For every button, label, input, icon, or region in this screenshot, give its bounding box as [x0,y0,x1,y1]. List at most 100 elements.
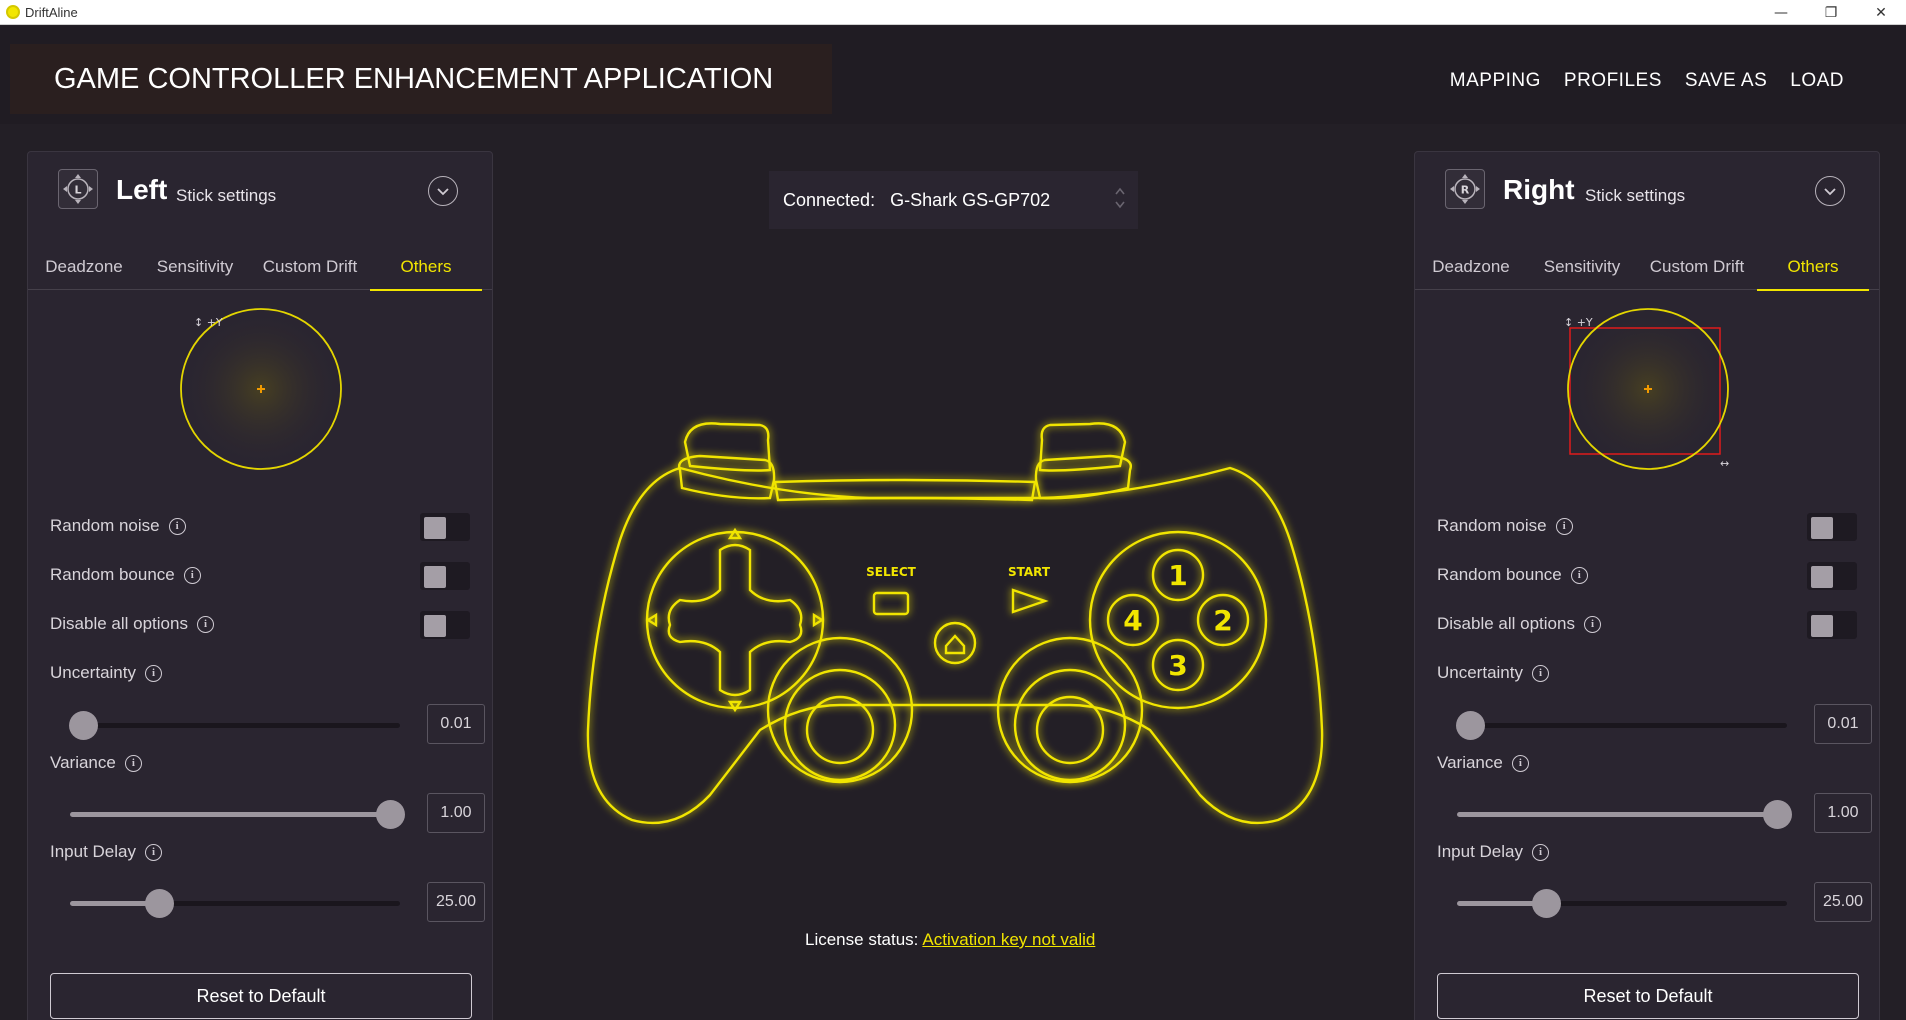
nav-mapping[interactable]: MAPPING [1450,70,1541,92]
info-icon[interactable]: i [1583,615,1601,633]
activation-link[interactable]: Activation key not valid [922,930,1095,949]
left-panel-subtitle: Stick settings [176,186,277,205]
right-option-disable-all: Disable all options i [1437,609,1857,639]
left-tabs: Deadzone Sensitivity Custom Drift Others [28,244,492,291]
info-icon[interactable]: i [196,615,214,633]
dpad[interactable] [667,543,803,697]
nav-load[interactable]: LOAD [1790,70,1844,92]
left-variance-slider: 1.00 [50,793,485,833]
info-icon[interactable]: i [1531,664,1549,682]
right-uncertainty-label-row: Uncertainty i [1437,658,1857,688]
disable-all-toggle[interactable] [420,611,470,639]
uncertainty-value-field[interactable]: 0.01 [1814,704,1872,744]
left-uncertainty-slider: 0.01 [50,704,485,744]
variance-value-field[interactable]: 1.00 [1814,793,1872,833]
right-tab-deadzone[interactable]: Deadzone [1415,244,1527,290]
slider-thumb[interactable] [1456,711,1486,740]
left-stick-icon: L [58,169,98,209]
slider-thumb[interactable] [145,889,175,918]
info-icon[interactable]: i [1532,843,1549,861]
info-icon[interactable]: i [168,517,186,535]
left-bumper[interactable] [683,422,772,472]
left-axis-y-label: ↕ +Y [194,316,223,329]
right-panel-header: R Right Stick settings [1415,152,1879,232]
right-collapse-button[interactable] [1815,176,1845,206]
right-tab-others[interactable]: Others [1757,244,1869,291]
toggle-knob [1811,615,1833,637]
slider-thumb[interactable] [69,711,99,740]
device-select[interactable]: Connected: G-Shark GS-GP702 [769,171,1138,229]
input-delay-value-field[interactable]: 25.00 [1814,882,1872,922]
left-tab-custom-drift[interactable]: Custom Drift [250,244,370,290]
right-variance-slider: 1.00 [1437,793,1872,833]
chevron-down-icon [1824,188,1836,196]
info-icon[interactable]: i [124,754,142,772]
face-button-2-label: 2 [1213,604,1232,637]
right-stick-panel: R Right Stick settings Deadzone Sensitiv… [1414,151,1880,1020]
toggle-knob [424,615,446,637]
left-panel-header: L Left Stick settings [28,152,492,232]
slider-thumb[interactable] [1532,889,1562,918]
right-tab-sensitivity[interactable]: Sensitivity [1527,244,1637,290]
variance-value-field[interactable]: 1.00 [427,793,485,833]
slider-label: Input Delay [1437,842,1523,861]
info-icon[interactable]: i [144,664,162,682]
window-title: DriftAline [25,4,78,20]
controller-body [586,466,1324,825]
restore-button[interactable]: ❐ [1806,0,1856,25]
slider-track[interactable] [1457,800,1793,829]
nav-profiles[interactable]: PROFILES [1564,70,1662,92]
nav-save-as[interactable]: SAVE AS [1685,70,1767,92]
info-icon[interactable]: i [183,566,201,584]
slider-track[interactable] [1456,711,1787,740]
home-button[interactable] [933,621,977,665]
slider-label: Input Delay [50,842,136,861]
info-icon[interactable]: i [1555,517,1573,535]
header-title-box: GAME CONTROLLER ENHANCEMENT APPLICATION [10,44,832,114]
slider-track[interactable] [70,889,400,918]
slider-thumb[interactable] [376,800,406,829]
random-noise-toggle[interactable] [420,513,470,541]
close-button[interactable]: ✕ [1856,0,1906,25]
start-button[interactable] [1011,588,1049,614]
left-input-delay-slider: 25.00 [50,882,485,922]
right-bumper[interactable] [1038,422,1127,472]
slider-track[interactable] [1457,889,1787,918]
input-delay-value-field[interactable]: 25.00 [427,882,485,922]
face-button-4-label: 4 [1123,604,1142,637]
left-collapse-button[interactable] [428,176,458,206]
right-panel-name: Right [1503,174,1575,205]
uncertainty-value-field[interactable]: 0.01 [427,704,485,744]
right-reset-button[interactable]: Reset to Default [1437,973,1859,1019]
info-icon[interactable]: i [145,843,162,861]
left-reset-button[interactable]: Reset to Default [50,973,472,1019]
slider-thumb[interactable] [1763,800,1793,829]
select-button[interactable] [872,591,910,616]
slider-track[interactable] [69,711,400,740]
info-icon[interactable]: i [1570,566,1588,584]
select-label: SELECT [866,565,916,579]
left-stick-preview: ↕ +Y ↔ X [166,302,382,472]
random-bounce-toggle[interactable] [420,562,470,590]
option-label: Random noise [50,516,160,535]
info-icon[interactable]: i [1511,754,1529,772]
left-tab-others[interactable]: Others [370,244,482,291]
toggle-knob [424,517,446,539]
right-tab-custom-drift[interactable]: Custom Drift [1637,244,1757,290]
left-tab-deadzone[interactable]: Deadzone [28,244,140,290]
slider-label: Uncertainty [50,663,136,682]
slider-label: Variance [1437,753,1503,772]
face-button-3-label: 3 [1168,649,1187,682]
slider-fill [70,812,391,817]
random-bounce-toggle[interactable] [1807,562,1857,590]
disable-all-toggle[interactable] [1807,611,1857,639]
slider-track[interactable] [70,800,406,829]
right-stick-badge: R [1461,184,1470,197]
minimize-button[interactable]: — [1756,0,1806,25]
right-axis-x-label: ↔ X [1720,457,1733,470]
device-value: G-Shark GS-GP702 [890,189,1051,210]
right-option-random-noise: Random noise i [1437,511,1857,541]
left-option-random-bounce: Random bounce i [50,560,470,590]
random-noise-toggle[interactable] [1807,513,1857,541]
left-tab-sensitivity[interactable]: Sensitivity [140,244,250,290]
